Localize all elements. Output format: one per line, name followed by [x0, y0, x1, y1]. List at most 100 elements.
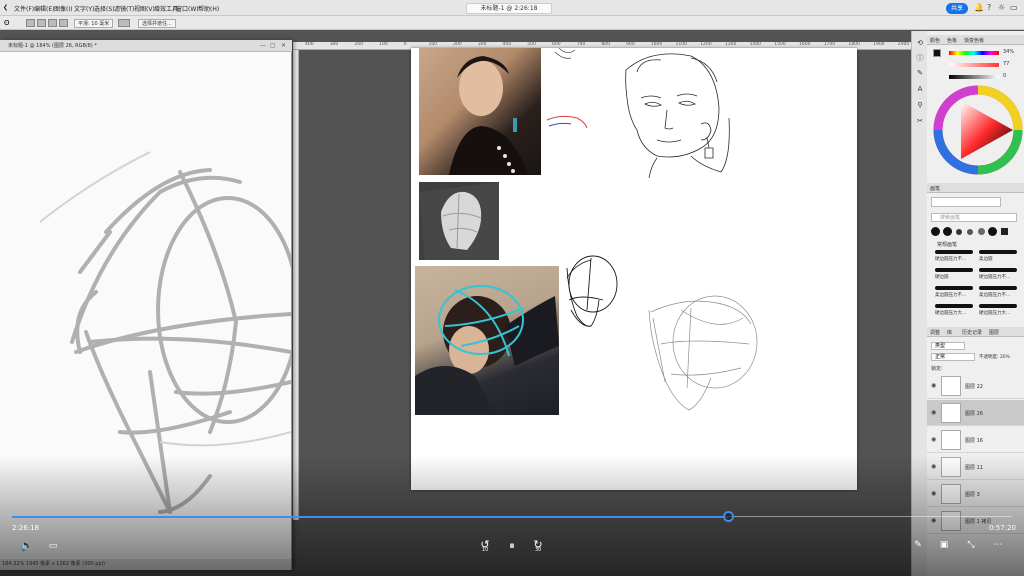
- menu-item-type[interactable]: 文字(Y): [74, 4, 94, 13]
- new-selection-icon[interactable]: [26, 19, 35, 27]
- back-icon[interactable]: ❮: [3, 4, 8, 11]
- exit-fullscreen-icon[interactable]: ⤡: [964, 540, 978, 550]
- subtitles-icon[interactable]: ▭: [46, 541, 60, 551]
- tab-color[interactable]: 颜色: [930, 37, 940, 44]
- skip-back-label: 10: [482, 547, 489, 553]
- brush-preset[interactable]: 柔边圆压力不...: [935, 285, 975, 301]
- more-options-icon[interactable]: ⋯: [990, 540, 1006, 550]
- visibility-eye-icon[interactable]: ◉: [931, 409, 936, 416]
- menu-item-file[interactable]: 文件(F): [14, 4, 34, 13]
- share-button[interactable]: 共享: [946, 3, 968, 14]
- brush-tip-icon[interactable]: [931, 227, 940, 236]
- visibility-eye-icon[interactable]: ◉: [931, 490, 936, 497]
- layer-row[interactable]: ◉ 图层 3: [927, 481, 1024, 507]
- ruler-tick-label: 600: [552, 42, 561, 47]
- progress-track[interactable]: [12, 511, 1012, 522]
- minimize-icon[interactable]: —: [260, 42, 266, 49]
- subtract-selection-icon[interactable]: [48, 19, 57, 27]
- add-selection-icon[interactable]: [37, 19, 46, 27]
- artboard[interactable]: [411, 48, 857, 490]
- progress-knob[interactable]: [723, 511, 734, 522]
- foreground-color-swatch[interactable]: [933, 49, 941, 57]
- brush-preset[interactable]: 硬边圆压力不...: [935, 249, 975, 265]
- menu-item-window[interactable]: 窗口(W): [176, 4, 199, 13]
- pressure-icon[interactable]: [118, 19, 130, 27]
- brush-tip-icon[interactable]: [988, 227, 997, 236]
- skip-forward-label: 30: [535, 547, 542, 553]
- brush-preset[interactable]: 柔边圆: [979, 249, 1019, 265]
- select-and-mask-button[interactable]: 选择并遮住...: [138, 19, 176, 28]
- tab-adjustments[interactable]: 调整: [930, 329, 940, 336]
- brush-size-slider[interactable]: [931, 197, 1001, 207]
- document-tab[interactable]: 未标题-1 @ 184% (图层 26, RGB/8) *: [0, 40, 292, 52]
- help-icon[interactable]: ?: [987, 3, 991, 12]
- history-panel-icon[interactable]: ⟲: [915, 39, 925, 49]
- right-panels: 颜色 色板 渐变色板 34% 77 0 画笔 搜索画笔 常规画笔 硬边圆压力不.…: [927, 31, 1024, 576]
- pause-icon[interactable]: ⏸: [505, 539, 519, 553]
- layer-row[interactable]: ◉ 图层 11: [927, 454, 1024, 480]
- opacity-field[interactable]: 不透明度: 20%: [979, 354, 1010, 360]
- brush-tips-row[interactable]: [931, 227, 1021, 237]
- visibility-eye-icon[interactable]: ◉: [931, 436, 936, 443]
- tab-gradients[interactable]: 渐变色板: [964, 37, 984, 44]
- tab-brushes[interactable]: 画笔: [930, 185, 940, 192]
- brush-settings-icon[interactable]: ✎: [915, 69, 925, 79]
- bell-icon[interactable]: 🔔: [974, 3, 984, 12]
- brush-preset[interactable]: 硬边圆压力不...: [979, 267, 1019, 283]
- brush-tip-icon[interactable]: [978, 228, 985, 235]
- menu-item-edit[interactable]: 编辑(E): [34, 4, 54, 13]
- intersect-selection-icon[interactable]: [59, 19, 68, 27]
- layer-row[interactable]: ◉ 图层 22: [927, 373, 1024, 399]
- maximize-icon[interactable]: ▢: [270, 42, 276, 49]
- menu-bar: ❮ 文件(F) 编辑(E) 图像(I) 文字(Y) 选择(S) 滤镜(T) 视图…: [0, 0, 1024, 16]
- menu-item-view[interactable]: 视图(V): [134, 4, 155, 13]
- window-controls-icon[interactable]: ▭: [1010, 3, 1018, 12]
- visibility-eye-icon[interactable]: ◉: [931, 382, 936, 389]
- menu-item-filter[interactable]: 滤镜(T): [114, 4, 134, 13]
- brush-preset[interactable]: 柔边圆压力不...: [979, 285, 1019, 301]
- menu-item-image[interactable]: 图像(I): [54, 4, 72, 13]
- brush-preset[interactable]: 硬边圆: [935, 267, 975, 283]
- lasso-tool-icon[interactable]: ʘ: [4, 19, 13, 27]
- ruler-tick-label: 800: [601, 42, 610, 47]
- menu-item-help[interactable]: 帮助(H): [198, 4, 219, 13]
- close-icon[interactable]: ✕: [281, 42, 286, 49]
- layer-row[interactable]: ◉ 图层 16: [927, 427, 1024, 453]
- brush-preset[interactable]: 硬边圆压力大...: [979, 303, 1019, 319]
- color-wheel[interactable]: [933, 85, 1023, 175]
- info-panel-icon[interactable]: ⓘ: [915, 53, 925, 63]
- brightness-slider[interactable]: [949, 75, 999, 79]
- smooth-field[interactable]: 平滑: 10 毫米: [74, 19, 114, 28]
- mini-player-icon[interactable]: ▣: [937, 540, 951, 550]
- layer-row[interactable]: ◉ 图层 26: [927, 400, 1024, 426]
- brush-preset[interactable]: 硬边圆压力大...: [935, 303, 975, 319]
- visibility-eye-icon[interactable]: ◉: [931, 463, 936, 470]
- brush-tip-icon[interactable]: [956, 229, 962, 235]
- visibility-eye-icon[interactable]: ◉: [931, 517, 936, 524]
- tab-layers[interactable]: 图层: [989, 329, 999, 336]
- brush-tip-icon[interactable]: [967, 229, 973, 235]
- menu-item-select[interactable]: 选择(S): [94, 4, 115, 13]
- pen-icon[interactable]: ✎: [911, 540, 925, 550]
- blend-mode-select[interactable]: 正常: [931, 353, 975, 361]
- tab-swatches[interactable]: 色板: [947, 37, 957, 44]
- zoomed-canvas[interactable]: [0, 52, 300, 559]
- brush-search-input[interactable]: 搜索画笔: [931, 213, 1017, 222]
- brush-tip-icon[interactable]: [1001, 228, 1008, 235]
- tab-libraries[interactable]: 库: [947, 329, 952, 336]
- ruler-tick-label: 200: [354, 42, 363, 47]
- character-panel-icon[interactable]: A: [915, 85, 925, 95]
- tab-history[interactable]: 历史记录: [962, 329, 982, 336]
- tool-presets-icon[interactable]: ✂: [915, 117, 925, 127]
- ruler-tick-label: 300: [477, 42, 487, 47]
- saturation-slider[interactable]: [949, 63, 999, 67]
- layer-kind-filter[interactable]: 类型: [931, 342, 965, 350]
- menu-item-plugins[interactable]: 增效工具: [154, 4, 178, 13]
- clone-source-icon[interactable]: ⚲: [915, 101, 925, 111]
- hue-slider[interactable]: [949, 51, 999, 55]
- brush-preset-label: 柔边圆压力不...: [935, 293, 967, 298]
- face-line-drawing: [625, 53, 730, 179]
- lightbulb-icon[interactable]: ☼: [998, 3, 1005, 12]
- volume-icon[interactable]: 🔈: [20, 539, 34, 552]
- brush-tip-icon[interactable]: [943, 227, 952, 236]
